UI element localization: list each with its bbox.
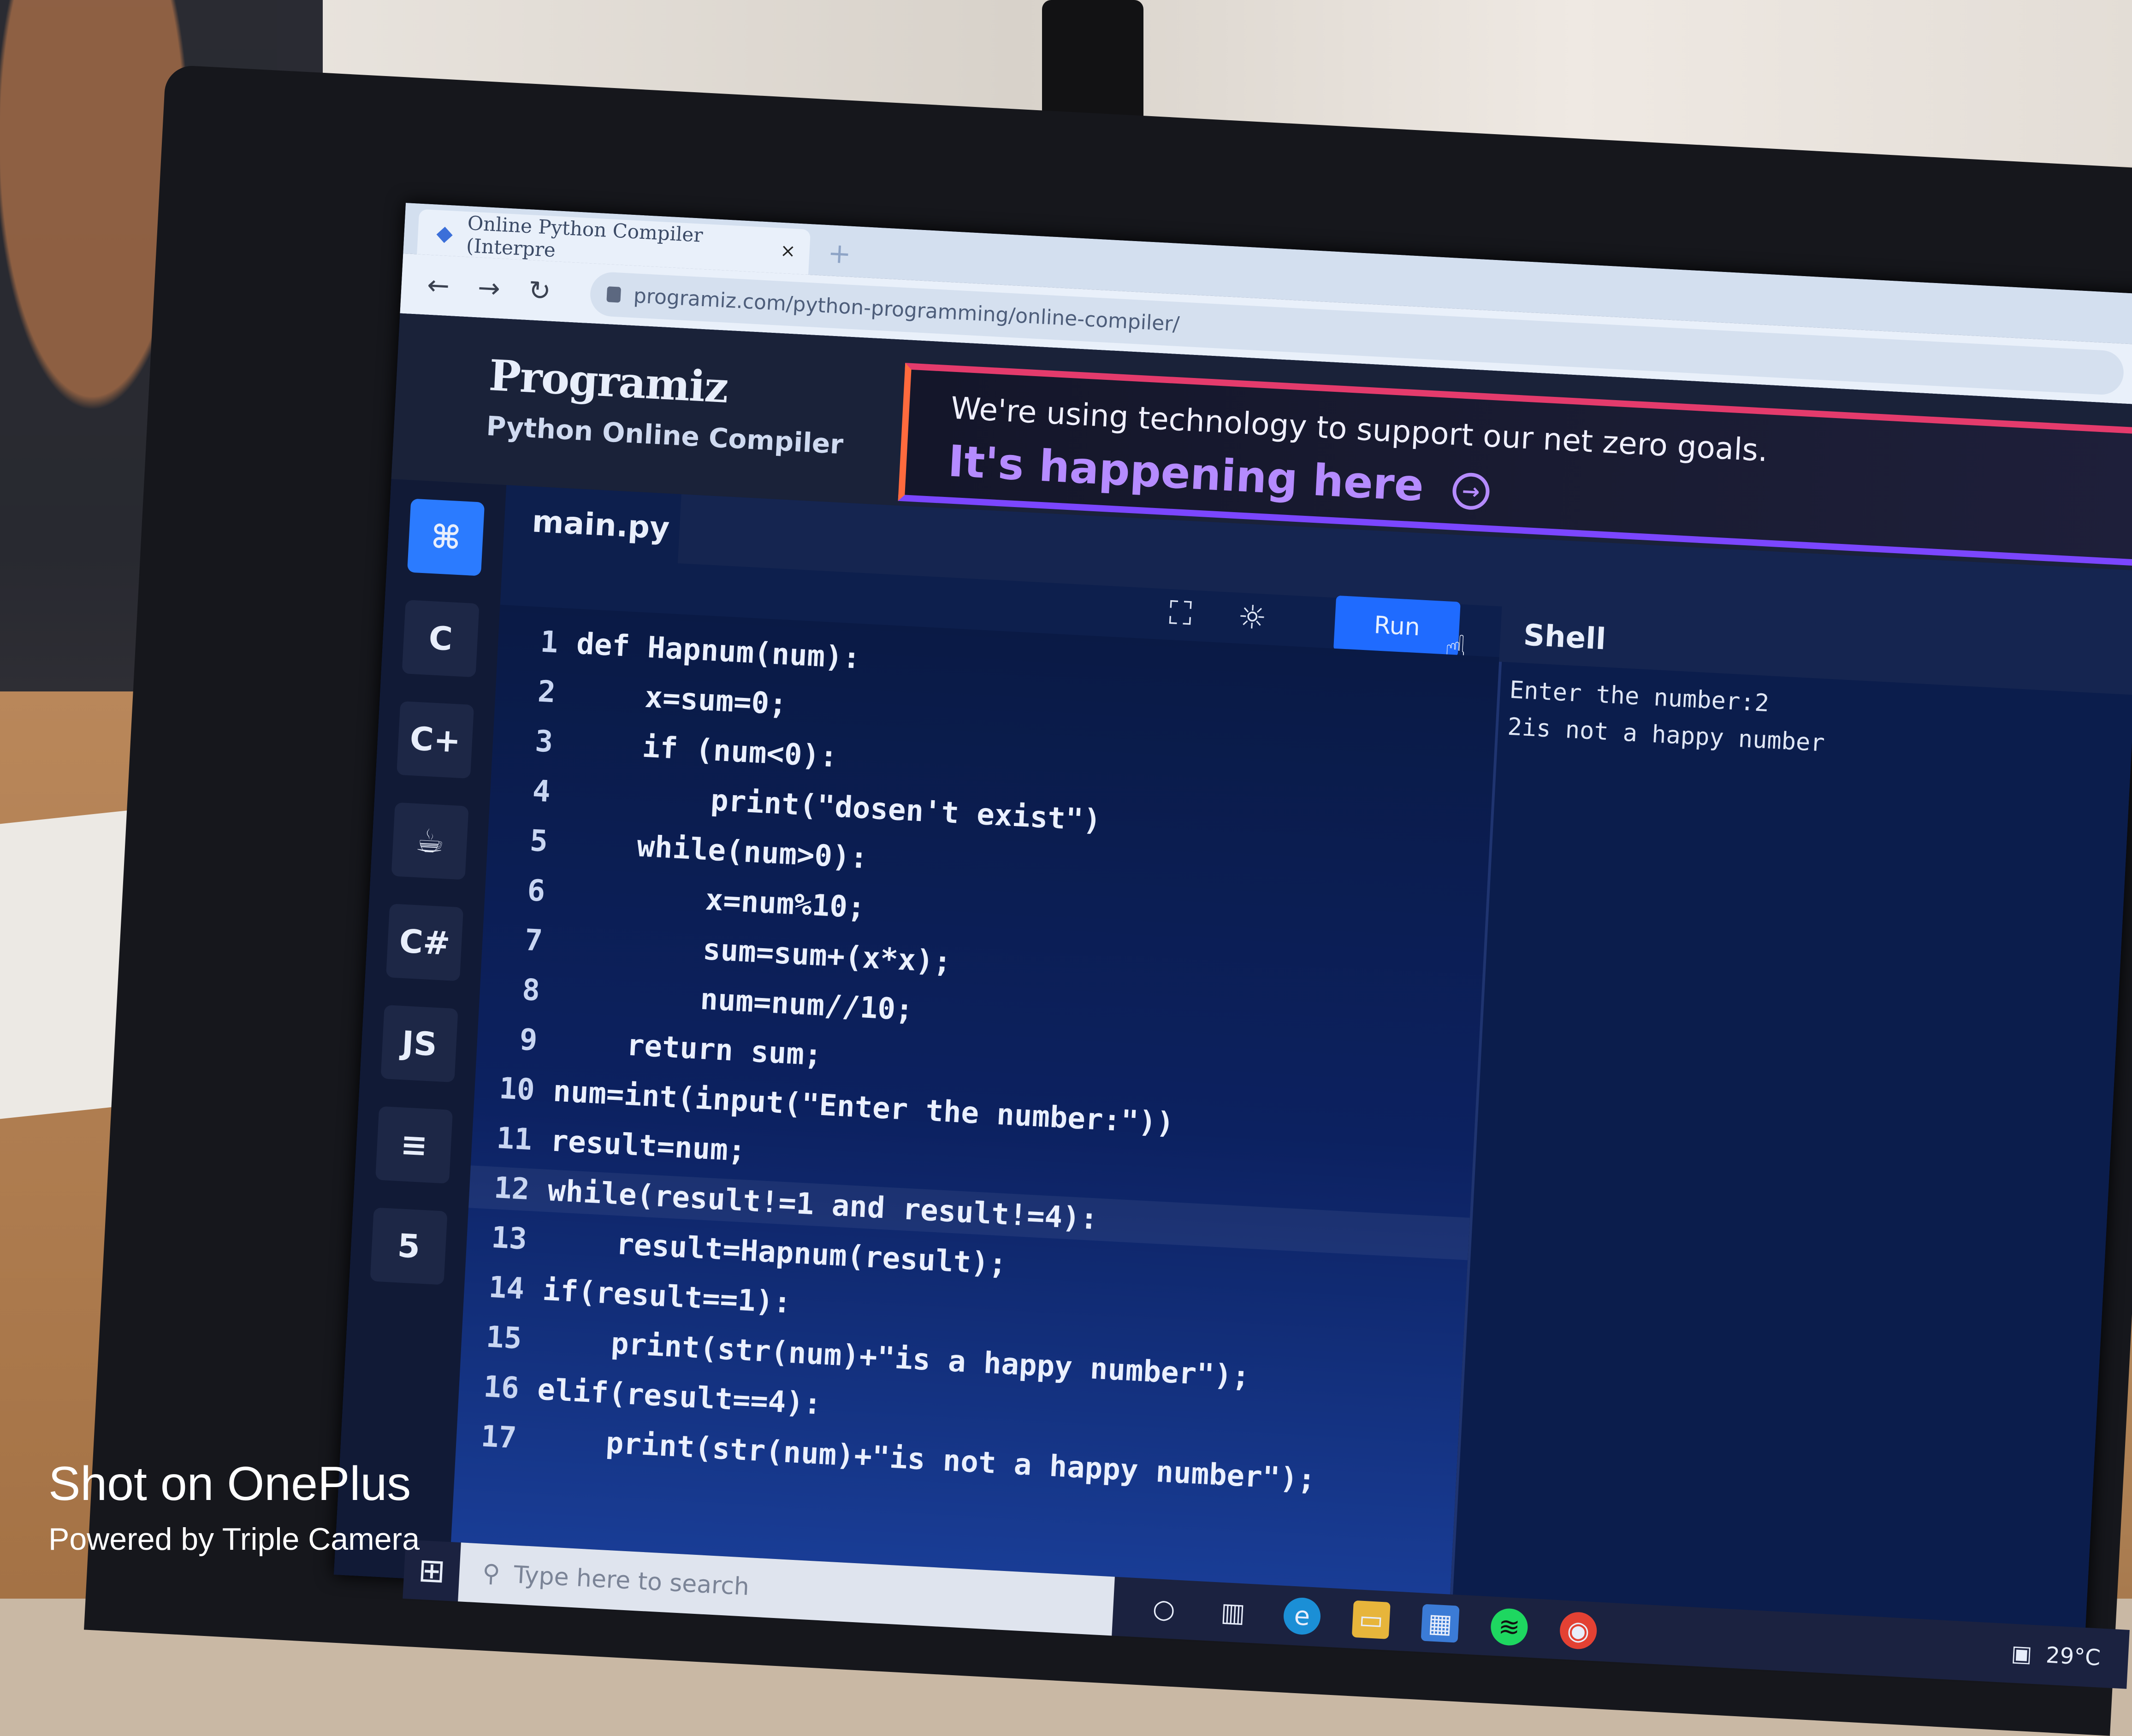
code-text: if(result==1):	[542, 1273, 792, 1320]
code-text: result=num;	[549, 1124, 747, 1169]
search-icon: ⚲	[481, 1559, 501, 1588]
programiz-page: Programiz Python Online Compiler We're u…	[334, 313, 2132, 1666]
run-button[interactable]: Run	[1333, 595, 1461, 657]
task-view-icon[interactable]: ▥	[1214, 1593, 1252, 1632]
edge-icon[interactable]: e	[1282, 1596, 1322, 1636]
code-text: x=num%10;	[563, 875, 866, 926]
system-tray: ▣ 29°C	[2010, 1641, 2101, 1671]
ad-cta-text: It's happening here	[947, 436, 1425, 512]
code-editor[interactable]: 1 def Hapnum(num): 2 x=sum=0; 3 if (num<0):…	[449, 604, 1499, 1633]
line-number: 12	[493, 1170, 531, 1207]
code-text: num=num//10;	[557, 974, 914, 1027]
line-number: 16	[482, 1370, 520, 1406]
line-number: 5	[529, 824, 549, 859]
code-text: def Hapnum(num):	[575, 626, 862, 676]
file-explorer-icon[interactable]: ▭	[1351, 1600, 1391, 1639]
new-tab-button[interactable]: +	[827, 237, 852, 271]
weather-icon: ▣	[2010, 1640, 2033, 1667]
c-icon[interactable]: C	[402, 600, 480, 678]
back-icon[interactable]: ←	[424, 269, 453, 301]
code-text: elif(result==4):	[536, 1372, 823, 1422]
programiz-logo[interactable]: Programiz	[488, 350, 729, 413]
java-icon[interactable]: ☕	[391, 802, 469, 880]
line-number: 4	[532, 774, 551, 809]
search-placeholder: Type here to search	[513, 1561, 750, 1601]
python-icon[interactable]: ⌘	[407, 498, 485, 576]
code-text: while(num>0):	[565, 826, 869, 876]
csharp-icon[interactable]: C#	[386, 903, 464, 981]
line-number: 3	[534, 724, 554, 760]
weather-temp[interactable]: 29°C	[2045, 1642, 2101, 1671]
theme-toggle-icon[interactable]: ☼	[1237, 597, 1267, 637]
line-number: 13	[490, 1220, 528, 1257]
database-icon[interactable]: ≡	[375, 1106, 453, 1184]
line-number: 9	[518, 1022, 539, 1058]
line-number: 8	[521, 973, 541, 1008]
line-number: 11	[496, 1121, 533, 1157]
camera-watermark-title: Shot on OnePlus	[48, 1457, 411, 1511]
reload-icon[interactable]: ↻	[525, 274, 554, 307]
spotify-icon[interactable]: ≋	[1490, 1607, 1529, 1647]
line-number: 1	[539, 625, 559, 660]
tab-main-py[interactable]: main.py	[503, 485, 681, 563]
shell-output[interactable]: Enter the number:2 2is not a happy numbe…	[1448, 661, 2132, 1666]
store-icon[interactable]: ▦	[1421, 1604, 1460, 1643]
fullscreen-icon[interactable]: ⛶	[1168, 594, 1193, 633]
lock-icon	[606, 286, 622, 303]
line-number: 15	[485, 1320, 523, 1356]
editor-toolbar: ⛶ ☼	[1168, 594, 1268, 637]
page-title: Python Online Compiler	[486, 410, 844, 461]
webcam-arm	[1042, 0, 1143, 129]
cortana-icon[interactable]: ○	[1144, 1589, 1183, 1628]
line-number: 14	[488, 1270, 525, 1306]
close-icon[interactable]: ×	[780, 240, 796, 262]
python-favicon-icon: ◆	[436, 220, 454, 246]
html5-icon[interactable]: 5	[370, 1207, 448, 1285]
camera-watermark-subtitle: Powered by Triple Camera	[48, 1522, 420, 1557]
code-text: sum=sum+(x*x);	[560, 925, 952, 980]
line-number: 17	[480, 1419, 517, 1456]
chrome-icon[interactable]: ◉	[1559, 1611, 1598, 1650]
url-text: programiz.com/python-programming/online-…	[633, 283, 1180, 336]
cpp-icon[interactable]: C+	[397, 701, 474, 779]
arrow-right-icon: →	[1451, 472, 1491, 511]
laptop-screen: ◆ Online Python Compiler (Interpre × + ←…	[334, 203, 2132, 1666]
line-number: 6	[526, 873, 546, 909]
line-number: 2	[537, 674, 557, 710]
code-text: x=sum=0;	[573, 676, 788, 722]
javascript-icon[interactable]: JS	[380, 1004, 458, 1083]
forward-icon[interactable]: →	[474, 272, 503, 304]
line-number: 7	[524, 923, 544, 958]
code-text: if (num<0):	[570, 726, 839, 774]
line-number: 10	[498, 1071, 536, 1108]
code-text: return sum;	[555, 1024, 823, 1073]
